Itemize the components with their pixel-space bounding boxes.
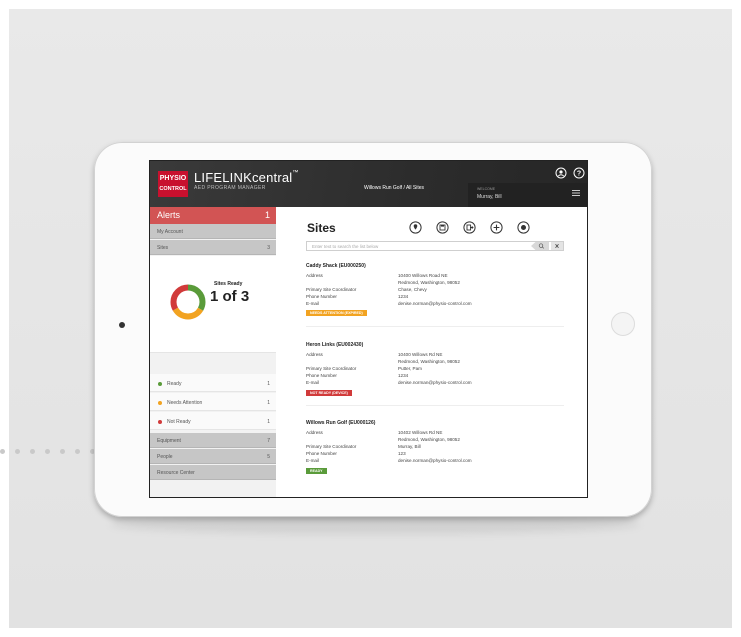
email-label: E-mail xyxy=(306,380,320,385)
site-phone: 1234 xyxy=(398,373,409,378)
brand-subtitle: AED PROGRAM MANAGER xyxy=(194,185,266,191)
help-icon[interactable]: ? xyxy=(573,167,585,179)
site-address-line1: 10402 Willows Rd NE xyxy=(398,430,443,435)
status-badge: NOT READY (DEVICE) xyxy=(306,390,352,396)
svg-text:?: ? xyxy=(577,170,581,177)
welcome-label: WELCOME xyxy=(477,187,496,191)
welcome-user-name: Murray, Bill xyxy=(477,194,502,200)
site-coordinator: Chase, Chevy xyxy=(398,287,427,292)
phone-label: Phone Number xyxy=(306,451,337,456)
divider xyxy=(306,326,564,327)
site-phone: 1234 xyxy=(398,294,409,299)
needs-attention-status-dot xyxy=(158,401,162,405)
record-icon[interactable] xyxy=(517,221,530,234)
site-email[interactable]: denise.norman@physio-control.com xyxy=(398,380,472,385)
save-icon[interactable] xyxy=(436,221,449,234)
hamburger-menu-icon[interactable] xyxy=(572,189,580,197)
address-label: Address xyxy=(306,430,323,435)
sidebar-item-equipment[interactable]: Equipment 7 xyxy=(150,433,276,448)
divider xyxy=(306,405,564,406)
coordinator-label: Primary Site Coordinator xyxy=(306,444,357,449)
site-name[interactable]: Caddy Shack (EU000250) xyxy=(306,263,366,269)
site-card[interactable]: Willows Run Golf (EU000126) Address 1040… xyxy=(306,420,564,490)
top-bar: PHYSIO CONTROL LIFELINKcentral™ AED PROG… xyxy=(150,161,587,207)
sidebar-item-sites[interactable]: Sites 3 xyxy=(150,240,276,255)
site-address-line2: Redmond, Washington, 98052 xyxy=(398,280,460,285)
phone-label: Phone Number xyxy=(306,373,337,378)
site-email[interactable]: denise.norman@physio-control.com xyxy=(398,301,472,306)
site-address-line2: Redmond, Washington, 98052 xyxy=(398,437,460,442)
address-label: Address xyxy=(306,273,323,278)
main-content: Sites Caddy Shack (EU000250) xyxy=(276,207,587,497)
search-button[interactable] xyxy=(531,242,549,250)
status-badge: READY xyxy=(306,468,327,474)
status-badge: NEEDS ATTENTION (EXPIRED) xyxy=(306,310,367,316)
app-screen: PHYSIO CONTROL LIFELINKcentral™ AED PROG… xyxy=(149,160,588,498)
account-icon[interactable] xyxy=(555,167,567,179)
site-name[interactable]: Willows Run Golf (EU000126) xyxy=(306,420,375,426)
status-row-ready[interactable]: Ready 1 xyxy=(150,374,276,392)
add-icon[interactable] xyxy=(490,221,503,234)
sites-ready-summary: Sites Ready 1 of 3 xyxy=(150,256,276,353)
sidebar-item-resource-center[interactable]: Resource Center xyxy=(150,465,276,480)
coordinator-label: Primary Site Coordinator xyxy=(306,287,357,292)
site-address-line1: 10400 Willows Road NE xyxy=(398,273,448,278)
welcome-panel: WELCOME Murray, Bill xyxy=(468,183,587,207)
site-card[interactable]: Heron Links (EU002430) Address 10400 Wil… xyxy=(306,342,564,412)
site-name[interactable]: Heron Links (EU002430) xyxy=(306,342,363,348)
email-label: E-mail xyxy=(306,301,320,306)
location-pin-icon[interactable] xyxy=(409,221,422,234)
tablet-shadow xyxy=(110,514,640,534)
breadcrumb[interactable]: Willows Run Golf / All Sites xyxy=(364,185,424,191)
not-ready-status-dot xyxy=(158,420,162,424)
sites-ready-label: Sites Ready xyxy=(214,281,243,287)
page-title: Sites xyxy=(307,221,336,235)
site-address-line2: Redmond, Washington, 98052 xyxy=(398,359,460,364)
sites-status-donut xyxy=(170,284,206,320)
site-email[interactable]: denise.norman@physio-control.com xyxy=(398,458,472,463)
sidebar: Alerts 1 My Account Sites 3 Sites Ready … xyxy=(150,207,276,497)
tablet-camera xyxy=(119,322,125,328)
site-coordinator: Putter, Pam xyxy=(398,366,423,371)
brand-title: LIFELINKcentral™ xyxy=(194,170,299,185)
site-coordinator: Murray, Bill xyxy=(398,444,421,449)
sidebar-item-people[interactable]: People 5 xyxy=(150,449,276,464)
physio-control-logo: PHYSIO CONTROL xyxy=(158,171,188,197)
ready-status-dot xyxy=(158,382,162,386)
coordinator-label: Primary Site Coordinator xyxy=(306,366,357,371)
status-row-not-ready[interactable]: Not Ready 1 xyxy=(150,412,276,430)
sidebar-item-alerts[interactable]: Alerts 1 xyxy=(150,207,276,224)
site-phone: 123 xyxy=(398,451,406,456)
email-label: E-mail xyxy=(306,458,320,463)
sites-ready-value: 1 of 3 xyxy=(210,288,250,305)
status-row-needs-attention[interactable]: Needs Attention 1 xyxy=(150,393,276,411)
export-icon[interactable] xyxy=(463,221,476,234)
search-input[interactable] xyxy=(307,242,517,250)
clear-search-button[interactable] xyxy=(551,242,563,250)
site-card[interactable]: Caddy Shack (EU000250) Address 10400 Wil… xyxy=(306,263,564,333)
tablet-home-button[interactable] xyxy=(611,312,635,336)
site-address-line1: 10400 Willows Rd NE xyxy=(398,352,443,357)
phone-label: Phone Number xyxy=(306,294,337,299)
sidebar-item-my-account[interactable]: My Account xyxy=(150,224,276,239)
search-bar xyxy=(306,241,564,251)
address-label: Address xyxy=(306,352,323,357)
